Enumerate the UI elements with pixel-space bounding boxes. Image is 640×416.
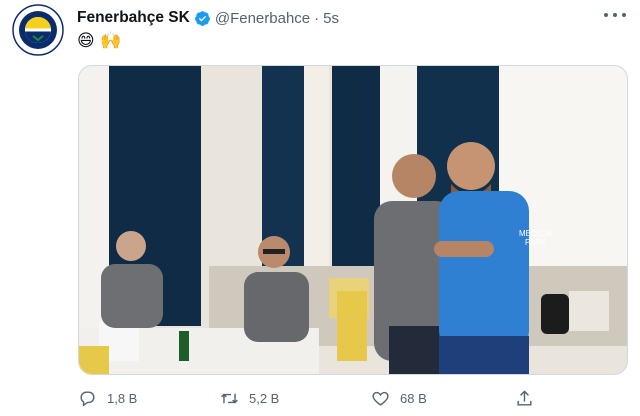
reply-button[interactable]: 1,8 B bbox=[78, 386, 137, 410]
tweet-photo[interactable]: MEDICAL PARK bbox=[78, 65, 628, 375]
verified-badge-icon bbox=[194, 10, 211, 27]
like-count: 68 B bbox=[400, 390, 427, 406]
retweet-count: 5,2 B bbox=[249, 390, 280, 406]
handle[interactable]: @Fenerbahce bbox=[215, 10, 310, 27]
tweet-text: 😄 🙌 bbox=[77, 31, 122, 51]
separator-dot: · bbox=[314, 9, 320, 27]
avatar[interactable] bbox=[12, 4, 64, 56]
reply-count: 1,8 B bbox=[107, 390, 138, 406]
display-name[interactable]: Fenerbahçe SK bbox=[77, 9, 190, 27]
more-options-icon[interactable] bbox=[604, 8, 626, 22]
jersey-text: MEDICAL bbox=[519, 229, 555, 238]
tweet-header: Fenerbahçe SK @Fenerbahce · 5s bbox=[77, 8, 339, 28]
like-button[interactable]: 68 B bbox=[371, 386, 427, 410]
photo-scene: MEDICAL PARK bbox=[79, 66, 627, 374]
heart-icon bbox=[372, 391, 389, 406]
retweet-button[interactable]: 5,2 B bbox=[220, 386, 279, 410]
timestamp[interactable]: 5s bbox=[323, 10, 339, 27]
share-button[interactable] bbox=[515, 386, 544, 410]
reply-icon bbox=[80, 390, 95, 407]
retweet-icon bbox=[221, 393, 238, 403]
fenerbahce-logo-icon bbox=[12, 4, 64, 56]
svg-text:PARK: PARK bbox=[525, 238, 547, 247]
tweet-actions: 1,8 B 5,2 B 68 B bbox=[78, 386, 626, 410]
share-icon bbox=[517, 389, 532, 406]
